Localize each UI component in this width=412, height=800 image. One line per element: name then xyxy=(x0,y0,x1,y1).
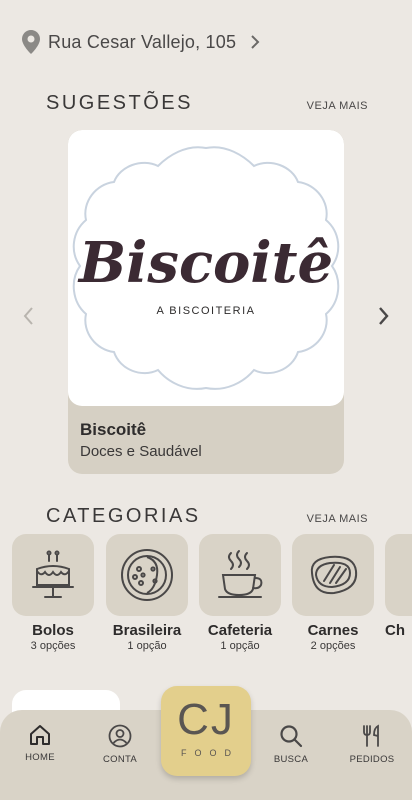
suggestions-see-more-link[interactable]: VEJA MAIS xyxy=(307,100,368,112)
category-count: 1 opção xyxy=(127,640,167,652)
cutlery-icon xyxy=(363,724,379,747)
category-name: Ch xyxy=(385,622,405,639)
category-count: 3 opções xyxy=(30,640,76,652)
nav-home[interactable]: HOME xyxy=(5,724,75,763)
nav-account[interactable]: CONTA xyxy=(85,724,155,765)
suggestion-card[interactable]: Biscoitê A BISCOITERIA Biscoitê Doces e … xyxy=(68,130,344,474)
steak-icon xyxy=(310,555,358,595)
categories-see-more-link[interactable]: VEJA MAIS xyxy=(307,513,368,525)
logo-subtitle: A BISCOITERIA xyxy=(157,305,256,317)
chevron-right-icon xyxy=(251,35,260,49)
user-circle-icon xyxy=(108,724,132,748)
category-count: 1 opção xyxy=(220,640,260,652)
logo-sub-text: FOOD xyxy=(181,748,239,758)
home-icon xyxy=(30,725,50,745)
category-cafeteria[interactable]: Cafeteria 1 opção xyxy=(199,534,281,652)
category-bolos[interactable]: Bolos 3 opções xyxy=(12,534,94,652)
address-bar[interactable]: Rua Cesar Vallejo, 105 xyxy=(22,28,282,56)
nav-orders[interactable]: PEDIDOS xyxy=(337,724,407,765)
nav-account-label: CONTA xyxy=(102,754,138,765)
category-partial[interactable]: Ch xyxy=(385,534,412,639)
nav-search-label: BUSCA xyxy=(273,754,309,765)
categories-list: Bolos 3 opções Brasileira 1 opção Cafete… xyxy=(12,534,412,654)
category-name: Bolos xyxy=(32,622,74,639)
suggestions-header: SUGESTÕES VEJA MAIS xyxy=(46,92,368,115)
nav-orders-label: PEDIDOS xyxy=(349,754,395,765)
logo-wordmark: Biscoitê xyxy=(77,230,333,296)
categories-title: CATEGORIAS xyxy=(46,505,201,527)
address-text: Rua Cesar Vallejo, 105 xyxy=(48,31,237,52)
logo-main-text: CJ xyxy=(177,695,235,744)
category-name: Carnes xyxy=(307,622,359,639)
suggestions-title: SUGESTÕES xyxy=(46,92,193,114)
category-count: 2 opções xyxy=(310,640,356,652)
shop-name: Biscoitê xyxy=(80,420,147,439)
category-carnes[interactable]: Carnes 2 opções xyxy=(292,534,374,652)
cj-food-logo-button[interactable]: CJ FOOD xyxy=(161,686,251,776)
biscoite-logo-icon: Biscoitê A BISCOITERIA xyxy=(72,146,340,390)
cake-icon xyxy=(32,550,74,598)
carousel-prev-arrow-icon[interactable] xyxy=(22,306,34,326)
categories-header: CATEGORIAS VEJA MAIS xyxy=(46,505,368,528)
category-brasileira[interactable]: Brasileira 1 opção xyxy=(106,534,188,652)
search-icon xyxy=(280,725,303,748)
nav-home-label: HOME xyxy=(25,752,55,763)
coffee-cup-icon xyxy=(218,550,263,598)
category-name: Cafeteria xyxy=(207,622,273,639)
nav-search[interactable]: BUSCA xyxy=(256,724,326,765)
shop-logo: Biscoitê A BISCOITERIA xyxy=(68,130,344,406)
brazilian-dish-icon xyxy=(121,549,173,601)
location-pin-icon xyxy=(22,30,40,54)
shop-description: Doces e Saudável xyxy=(80,443,202,460)
category-name: Brasileira xyxy=(112,622,182,639)
carousel-next-arrow-icon[interactable] xyxy=(378,306,390,326)
